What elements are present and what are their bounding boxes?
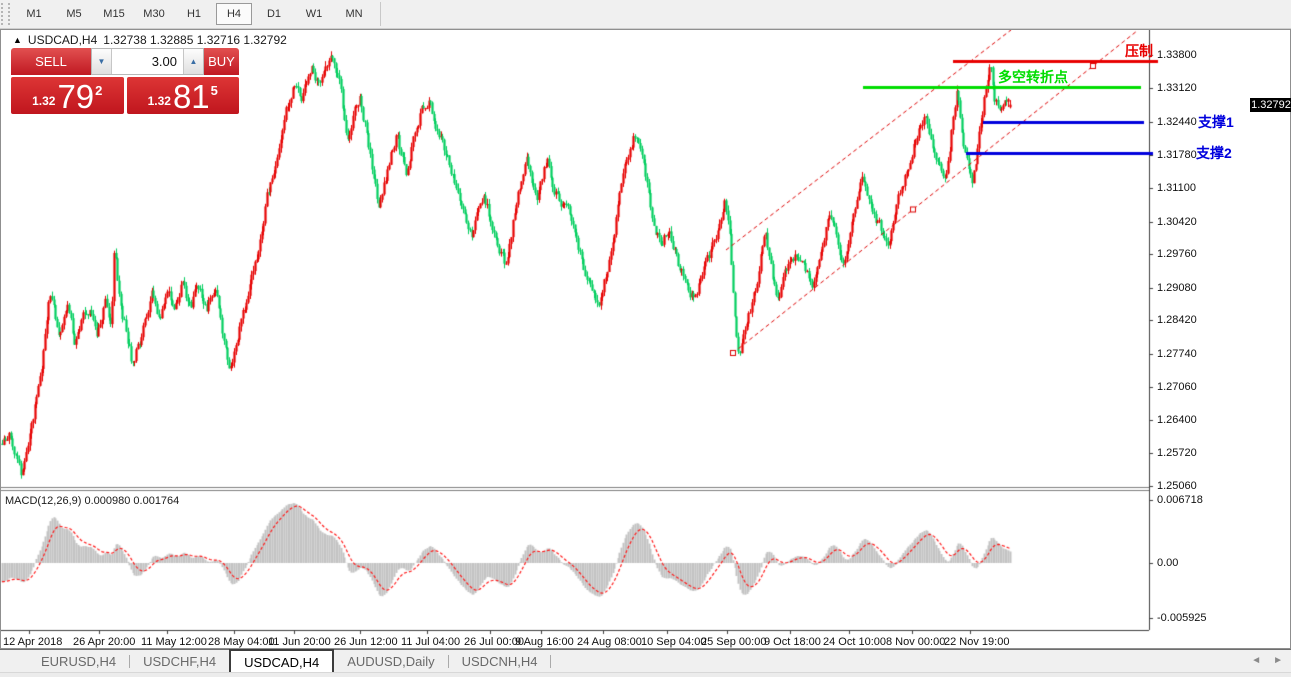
time-axis-label: 9 Aug 16:00 xyxy=(515,636,574,648)
macd-axis-label: -0.005925 xyxy=(1157,612,1207,624)
timeframe-button-m15[interactable]: M15 xyxy=(96,3,132,25)
collapse-panel-arrow-icon[interactable]: ▲ xyxy=(13,35,22,45)
tab-usdchf-h4[interactable]: USDCHF,H4 xyxy=(130,650,229,673)
tab-separator xyxy=(550,655,551,668)
time-axis-label: 28 May 04:00 xyxy=(208,636,275,648)
time-axis-label: 10 Sep 04:00 xyxy=(641,636,706,648)
timeframe-button-m30[interactable]: M30 xyxy=(136,3,172,25)
time-axis-label: 9 Oct 18:00 xyxy=(764,636,821,648)
tab-scroll-controls: ◄ ► xyxy=(1251,655,1283,666)
price-axis-label: 1.25720 xyxy=(1157,447,1197,459)
tab-eurusd-h4[interactable]: EURUSD,H4 xyxy=(28,650,129,673)
price-axis-label: 1.31100 xyxy=(1157,182,1196,194)
tab-scroll-right-icon[interactable]: ► xyxy=(1273,655,1283,666)
buy-price-pipette: 5 xyxy=(211,83,218,98)
current-price-tag: 1.32792 xyxy=(1250,98,1291,112)
one-click-trade-panel: SELL ▼ ▲ BUY 1.32792 1.32815 xyxy=(11,48,239,114)
tab-usdcad-h4[interactable]: USDCAD,H4 xyxy=(229,649,334,673)
price-axis-label: 1.30420 xyxy=(1157,216,1197,228)
macd-axis-label: 0.006718 xyxy=(1157,494,1203,506)
price-axis-label: 1.32440 xyxy=(1157,116,1197,128)
time-axis-label: 25 Sep 00:00 xyxy=(701,636,766,648)
timeframe-button-m1[interactable]: M1 xyxy=(16,3,52,25)
price-axis-label: 1.28420 xyxy=(1157,314,1197,326)
volume-input[interactable] xyxy=(112,49,183,74)
price-axis-label: 1.33120 xyxy=(1157,82,1197,94)
price-axis-label: 1.27060 xyxy=(1157,381,1197,393)
buy-price-display[interactable]: 1.32815 xyxy=(127,77,240,114)
support1-annotation[interactable]: 支撑1 xyxy=(1198,112,1234,132)
timeframe-button-d1[interactable]: D1 xyxy=(256,3,292,25)
time-axis-label: 24 Aug 08:00 xyxy=(577,636,642,648)
buy-button[interactable]: BUY xyxy=(204,48,239,75)
chart-window: ▲ USDCAD,H4 1.32738 1.32885 1.32716 1.32… xyxy=(0,29,1291,649)
bottom-strip xyxy=(0,672,1291,677)
time-axis-label: 11 May 12:00 xyxy=(141,636,207,648)
chart-title: ▲ USDCAD,H4 1.32738 1.32885 1.32716 1.32… xyxy=(13,33,287,47)
time-axis-label: 26 Apr 20:00 xyxy=(73,636,135,648)
sell-price-prefix: 1.32 xyxy=(32,94,55,108)
support2-annotation[interactable]: 支撑2 xyxy=(1196,143,1232,163)
buy-price-prefix: 1.32 xyxy=(148,94,171,108)
timeframe-button-w1[interactable]: W1 xyxy=(296,3,332,25)
sell-price-main: 79 xyxy=(57,82,94,112)
volume-decrease-button[interactable]: ▼ xyxy=(92,49,112,74)
resistance-annotation[interactable]: 压制 xyxy=(1125,41,1153,61)
timeframe-button-mn[interactable]: MN xyxy=(336,3,372,25)
volume-increase-button[interactable]: ▲ xyxy=(183,49,203,74)
time-axis-label: 8 Nov 00:00 xyxy=(886,636,945,648)
time-axis-label: 22 Nov 19:00 xyxy=(944,636,1009,648)
chart-tab-bar: EURUSD,H4 USDCHF,H4 USDCAD,H4 AUDUSD,Dai… xyxy=(0,649,1291,673)
price-axis-label: 1.26400 xyxy=(1157,414,1197,426)
price-axis-label: 1.27740 xyxy=(1157,348,1197,360)
price-chart-canvas[interactable] xyxy=(1,30,1290,648)
volume-stepper: ▼ ▲ xyxy=(91,48,204,75)
timeframe-button-m5[interactable]: M5 xyxy=(56,3,92,25)
sell-button[interactable]: SELL xyxy=(11,48,91,75)
pivot-annotation[interactable]: 多空转折点 xyxy=(998,67,1068,87)
time-axis-label: 24 Oct 10:00 xyxy=(823,636,886,648)
macd-axis-label: 0.00 xyxy=(1157,557,1178,569)
tab-scroll-left-icon[interactable]: ◄ xyxy=(1251,655,1261,666)
price-axis-label: 1.29760 xyxy=(1157,248,1197,260)
tab-usdcnh-h4[interactable]: USDCNH,H4 xyxy=(449,650,551,673)
toolbar-separator xyxy=(380,2,381,26)
price-axis-label: 1.33800 xyxy=(1157,49,1197,61)
sell-price-pipette: 2 xyxy=(95,83,102,98)
time-axis-label: 26 Jun 12:00 xyxy=(334,636,398,648)
sell-price-display[interactable]: 1.32792 xyxy=(11,77,124,114)
price-axis-label: 1.31780 xyxy=(1157,149,1197,161)
price-axis-label: 1.25060 xyxy=(1157,480,1197,492)
chart-symbol-timeframe: USDCAD,H4 xyxy=(28,33,97,47)
time-axis-label: 11 Jun 20:00 xyxy=(268,636,331,648)
price-axis-label: 1.29080 xyxy=(1157,282,1197,294)
time-axis-label: 11 Jul 04:00 xyxy=(401,636,460,648)
timeframe-toolbar: M1 M5 M15 M30 H1 H4 D1 W1 MN xyxy=(0,0,1291,29)
timeframe-button-h1[interactable]: H1 xyxy=(176,3,212,25)
timeframe-button-h4[interactable]: H4 xyxy=(216,3,252,25)
tab-audusd-daily[interactable]: AUDUSD,Daily xyxy=(334,650,447,673)
chart-ohlc-values: 1.32738 1.32885 1.32716 1.32792 xyxy=(103,33,287,47)
buy-price-main: 81 xyxy=(173,82,210,112)
time-axis-label: 12 Apr 2018 xyxy=(3,636,62,648)
macd-indicator-label: MACD(12,26,9) 0.000980 0.001764 xyxy=(5,495,179,507)
toolbar-grip-icon[interactable] xyxy=(1,3,10,25)
